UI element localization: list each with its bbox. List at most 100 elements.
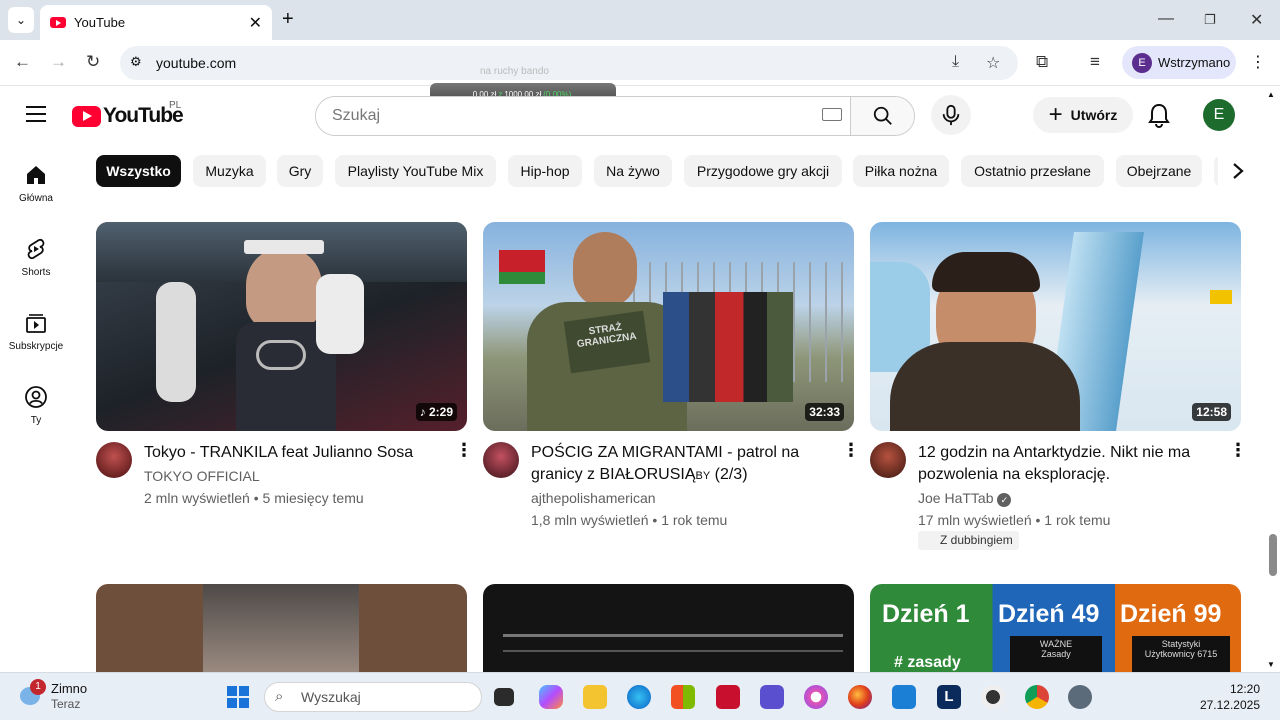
sidebar-item-home[interactable]: Główna [0,163,72,204]
task-view-icon[interactable] [494,688,514,706]
scrollbar-thumb[interactable] [1269,534,1277,576]
settings-gear-icon[interactable] [1068,685,1092,709]
account-avatar[interactable]: E [1203,99,1235,131]
chip-gry[interactable]: Gry [277,155,323,187]
video-duration: 12:58 [1192,403,1231,421]
video-title-2[interactable]: POŚCIG ZA MIGRANTAMI - patrol na granicy… [531,442,821,487]
forward-arrow-icon[interactable]: → [50,52,67,72]
page-scrollbar[interactable] [1266,88,1280,672]
media-controls-icon[interactable]: ≡ [1090,52,1100,72]
taskbar-search[interactable]: ⌕ Wyszukaj [264,682,482,712]
create-button[interactable]: + Utwórz [1033,97,1133,133]
sidebar-item-label: Ty [30,415,42,426]
chip-hip-hop[interactable]: Hip-hop [508,155,582,187]
obs-recording-icon[interactable] [981,685,1005,709]
channel-avatar-1[interactable] [96,442,132,478]
windows-start-icon[interactable] [227,686,249,708]
sidebar-item-shorts[interactable]: Shorts [0,237,72,278]
profile-button[interactable]: E Wstrzymano [1122,46,1236,79]
channel-name-3[interactable]: Joe HaTTab ✓ [918,488,1012,508]
address-bar[interactable]: ⚙ youtube.com ⤓ ☆ [120,46,1018,80]
browser-tabstrip: ⌄ YouTube ✕ + — ❐ ✕ [0,0,1280,40]
channel-name-1[interactable]: TOKYO OFFICIAL [144,466,260,486]
chip-pilka-nozna[interactable]: Piłka nożna [853,155,949,187]
weather-label[interactable]: Zimno [51,681,87,696]
chip-muzyka[interactable]: Muzyka [193,155,266,187]
back-arrow-icon[interactable]: ← [14,52,31,72]
youtube-logo[interactable]: YouTube PL [72,100,184,128]
notifications-button[interactable] [1147,102,1171,133]
chips-next-button[interactable] [1218,155,1258,187]
video-duration: ♪ 2:29 [415,403,457,421]
l-app-icon[interactable]: L [937,685,961,709]
site-settings-icon[interactable]: ⚙ [130,54,142,70]
video-title-3[interactable]: 12 godzin na Antarktydzie. Nikt nie ma p… [918,442,1213,486]
browser-menu-icon[interactable]: ⋮ [1250,52,1266,72]
chip-przygodowe[interactable]: Przygodowe gry akcji [684,155,842,187]
search-icon [873,106,892,125]
video-menu-icon[interactable]: ⋮ [842,441,860,459]
chrome-icon[interactable] [1025,685,1049,709]
extensions-icon[interactable]: ⧉ [1036,52,1048,72]
copilot-icon[interactable] [539,685,563,709]
reload-icon[interactable]: ↻ [86,52,100,72]
restore-icon[interactable]: ❐ [1204,12,1216,28]
video-menu-icon[interactable]: ⋮ [1229,441,1247,459]
home-icon [27,166,45,184]
microsoft-store-icon[interactable] [671,685,695,709]
bookmark-star-icon[interactable]: ☆ [986,53,1000,73]
close-window-icon[interactable]: ✕ [1250,10,1263,30]
minimize-icon[interactable]: — [1158,10,1174,28]
video-thumbnail-3[interactable]: 12:58 [870,222,1241,431]
close-tab-icon[interactable]: ✕ [249,13,262,33]
clock-date: 27.12.2025 [1199,698,1260,712]
browser-tab-youtube[interactable]: YouTube ✕ [40,5,272,40]
channel-avatar-3[interactable] [870,442,906,478]
file-explorer-icon[interactable] [583,685,607,709]
sidebar-item-you[interactable]: Ty [0,385,72,426]
video-duration: 32:33 [805,403,844,421]
mcafee-icon[interactable] [716,685,740,709]
video-title-1[interactable]: Tokyo - TRANKILA feat Julianno Sosa [144,442,424,464]
keyboard-icon[interactable] [822,108,842,121]
chip-na-zywo[interactable]: Na żywo [594,155,672,187]
sidebar-item-label: Shorts [21,267,51,278]
weather-notification-badge: 1 [30,679,46,695]
react-app-icon[interactable] [804,685,828,709]
chip-playlisty[interactable]: Playlisty YouTube Mix [335,155,496,187]
plus-icon: + [1048,101,1063,128]
tab-search-chevron-icon[interactable]: ⌄ [8,7,34,33]
video-stats-2: 1,8 mln wyświetleń • 1 rok temu [531,512,728,528]
sidebar-item-label: Subskrypcje [8,341,64,352]
thumb-day-1: Dzień 1 [882,600,970,628]
install-app-icon[interactable]: ⤓ [952,53,959,71]
guide-menu-icon[interactable] [26,106,46,122]
scroll-up-icon[interactable]: ▲ [1267,90,1275,99]
outlook-icon[interactable] [892,685,916,709]
bell-icon [1148,103,1170,128]
weather-sublabel: Teraz [51,697,81,711]
video-thumbnail-6[interactable]: Dzień 1 Dzień 49 Dzień 99 # zasady WAŻNE… [870,584,1241,672]
video-thumbnail-4[interactable] [96,584,467,672]
new-tab-button[interactable]: + [282,8,294,31]
video-thumbnail-1[interactable]: ♪ 2:29 [96,222,467,431]
profile-label: Wstrzymano [1158,55,1231,70]
firefox-icon[interactable] [848,685,872,709]
search-button[interactable] [850,97,914,135]
chip-wszystko[interactable]: Wszystko [96,155,181,187]
video-thumbnail-2[interactable]: STRAŻ GRANICZNA 32:33 [483,222,854,431]
channel-avatar-2[interactable] [483,442,519,478]
taskbar-clock[interactable]: 12:20 27.12.2025 [1200,681,1260,713]
search-input[interactable] [316,97,850,135]
sidebar-item-subscriptions[interactable]: Subskrypcje [0,311,72,352]
video-thumbnail-5[interactable] [483,584,854,672]
chip-ostatnio[interactable]: Ostatnio przesłane [961,155,1104,187]
scroll-down-icon[interactable]: ▼ [1267,660,1275,669]
channel-name-2[interactable]: ajthepolishamerican [531,488,656,508]
vpn-app-icon[interactable] [760,685,784,709]
edge-browser-icon[interactable] [627,685,651,709]
voice-search-button[interactable] [931,95,971,135]
chip-obejrzane[interactable]: Obejrzane [1116,155,1202,187]
thumb-railing-2 [503,650,843,652]
video-menu-icon[interactable]: ⋮ [455,441,473,459]
